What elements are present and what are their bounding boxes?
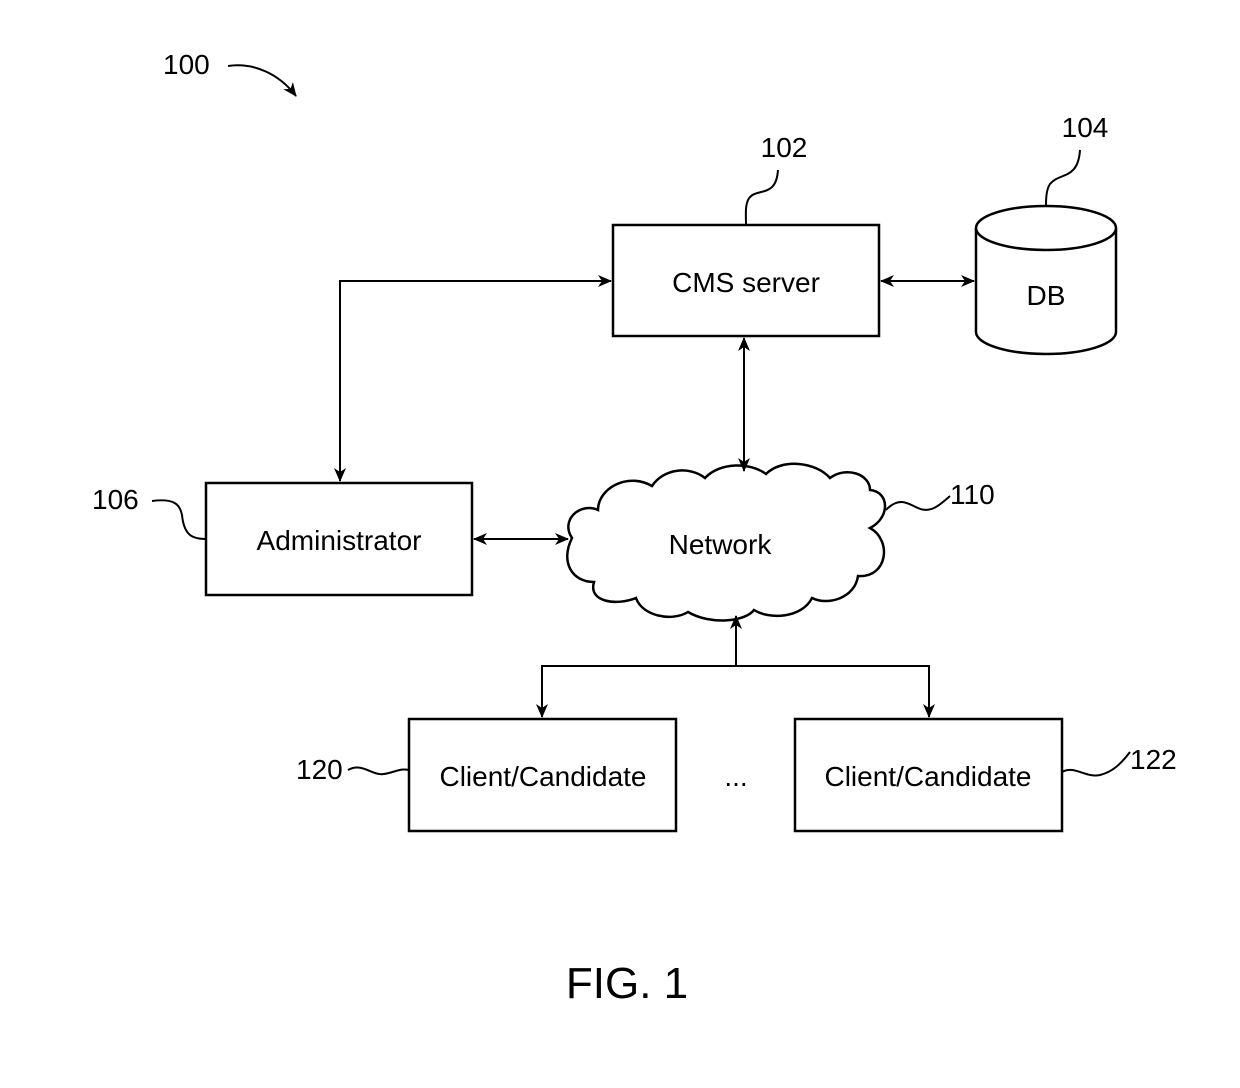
client-n-node: Client/Candidate	[793, 717, 1064, 833]
edge-admin-cms	[334, 275, 612, 482]
client-n-leader	[1061, 751, 1131, 777]
network-ref: 110	[950, 479, 995, 510]
client-n-ref: 122	[1130, 744, 1177, 775]
edge-network-clients-bus	[541, 665, 930, 717]
db-label: DB	[1027, 280, 1066, 311]
network-node: Network	[566, 462, 887, 622]
network-leader	[885, 495, 951, 511]
clients-ellipsis: ...	[724, 761, 747, 792]
system-ref-arrow	[227, 64, 297, 97]
db-leader	[1045, 149, 1081, 207]
db-node: DB	[974, 204, 1118, 356]
client-n-label: Client/Candidate	[824, 761, 1031, 792]
client-1-ref: 120	[296, 754, 343, 785]
administrator-label: Administrator	[257, 525, 422, 556]
administrator-ref: 106	[92, 484, 139, 515]
cms-server-node: CMS server	[611, 223, 881, 338]
cms-server-label: CMS server	[672, 267, 820, 298]
client-1-leader	[347, 766, 410, 776]
system-diagram: 100 CMS server 102 DB 104 Administrator …	[92, 49, 1177, 1008]
client-1-label: Client/Candidate	[439, 761, 646, 792]
network-label: Network	[669, 529, 773, 560]
administrator-node: Administrator	[204, 481, 474, 597]
system-ref-label: 100	[163, 49, 210, 80]
figure-caption: FIG. 1	[566, 959, 688, 1008]
cms-server-leader	[744, 169, 779, 226]
client-1-node: Client/Candidate	[407, 717, 678, 833]
cms-server-ref: 102	[761, 132, 808, 163]
administrator-leader	[151, 499, 207, 540]
db-ref: 104	[1062, 112, 1109, 143]
db-cylinder-top	[974, 204, 1118, 252]
